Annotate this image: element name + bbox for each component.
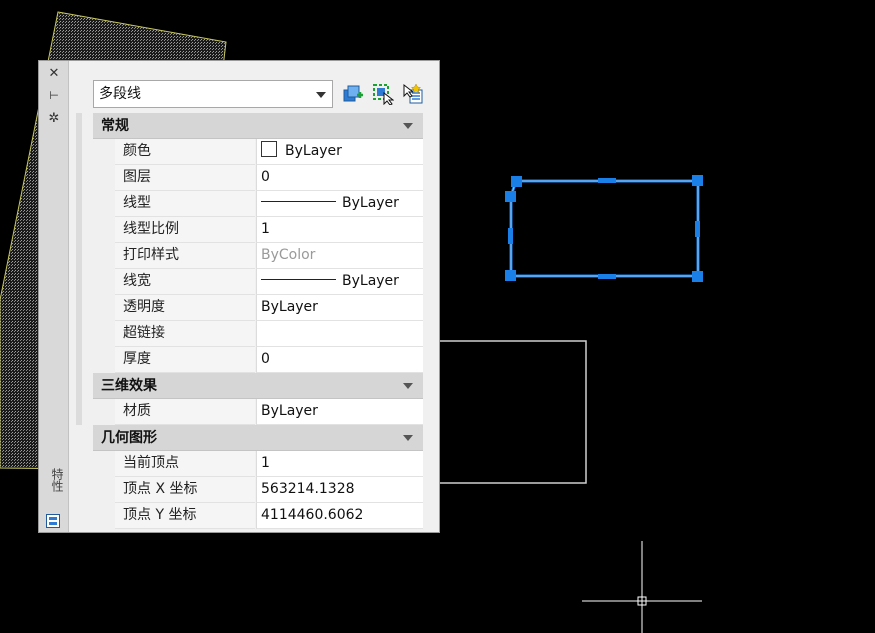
property-row: 超链接 — [93, 321, 423, 347]
object-type-value: 多段线 — [99, 86, 141, 102]
rectangle-entity[interactable] — [419, 340, 587, 484]
property-value-text: ByLayer — [261, 403, 318, 419]
property-value-text: 1 — [261, 455, 270, 471]
property-row: 材质 ByLayer — [93, 399, 423, 425]
select-objects-icon[interactable] — [372, 83, 394, 105]
property-grid: 常规颜色 ByLayer 图层 0 线型 ByLayer 线型比例 1 打印样式 ByColor 线… — [93, 113, 423, 529]
property-name: 打印样式 — [115, 243, 255, 269]
color-swatch-icon — [261, 141, 277, 157]
section-title: 三维效果 — [101, 378, 157, 394]
palette-scrollbar[interactable] — [76, 113, 82, 425]
properties-palette: ✕ ⊢ ✲ 特性 多段线 常规颜色 ByLayer 图层 0 线型 ByLayer 线型比例… — [38, 60, 440, 533]
section-header[interactable]: 常规 — [93, 113, 423, 139]
toggle-pickadd-icon[interactable] — [342, 83, 364, 105]
property-value[interactable] — [256, 321, 423, 347]
property-value-text: ByLayer — [285, 143, 342, 159]
property-row: 打印样式 ByColor — [93, 243, 423, 269]
row-gutter — [93, 269, 115, 295]
property-name: 超链接 — [115, 321, 255, 347]
row-gutter — [93, 191, 115, 217]
property-name: 线宽 — [115, 269, 255, 295]
property-value[interactable]: ByLayer — [256, 139, 423, 165]
row-gutter — [93, 321, 115, 347]
property-name: 颜色 — [115, 139, 255, 165]
property-row: 透明度 ByLayer — [93, 295, 423, 321]
section-header[interactable]: 几何图形 — [93, 425, 423, 451]
row-gutter — [93, 477, 115, 503]
chevron-down-icon — [316, 92, 326, 98]
property-value[interactable]: 563214.1328 — [256, 477, 423, 503]
property-value-text: 0 — [261, 169, 270, 185]
property-row: 当前顶点 1 — [93, 451, 423, 477]
linetype-preview-icon — [261, 279, 336, 280]
section-title: 几何图形 — [101, 430, 157, 446]
property-value-text: 0 — [261, 351, 270, 367]
property-name: 当前顶点 — [115, 451, 255, 477]
row-gutter — [93, 165, 115, 191]
property-value[interactable]: 4114460.6062 — [256, 503, 423, 529]
property-value-text: ByLayer — [342, 273, 399, 289]
property-value[interactable]: ByLayer — [256, 399, 423, 425]
linetype-preview-icon — [261, 201, 336, 202]
gear-icon[interactable]: ✲ — [45, 111, 63, 127]
row-gutter — [93, 503, 115, 529]
section-header[interactable]: 三维效果 — [93, 373, 423, 399]
property-value-text: ByLayer — [261, 299, 318, 315]
quick-select-icon[interactable] — [402, 83, 424, 105]
property-row: 线型 ByLayer — [93, 191, 423, 217]
property-name: 透明度 — [115, 295, 255, 321]
property-row: 厚度 0 — [93, 347, 423, 373]
palette-title: 特性 — [50, 468, 64, 492]
property-value[interactable]: ByColor — [256, 243, 423, 269]
row-gutter — [93, 399, 115, 425]
property-value[interactable]: 1 — [256, 217, 423, 243]
row-gutter — [93, 217, 115, 243]
property-name: 顶点 Y 坐标 — [115, 503, 255, 529]
section-title: 常规 — [101, 118, 129, 134]
property-value-text: ByColor — [261, 247, 316, 263]
property-name: 顶点 X 坐标 — [115, 477, 255, 503]
property-row: 线型比例 1 — [93, 217, 423, 243]
property-row: 颜色 ByLayer — [93, 139, 423, 165]
property-value[interactable]: ByLayer — [256, 191, 423, 217]
property-row: 图层 0 — [93, 165, 423, 191]
property-row: 线宽 ByLayer — [93, 269, 423, 295]
property-row: 顶点 Y 坐标 4114460.6062 — [93, 503, 423, 529]
chevron-down-icon[interactable] — [403, 123, 413, 129]
row-gutter — [93, 295, 115, 321]
properties-icon[interactable] — [46, 514, 60, 528]
property-name: 图层 — [115, 165, 255, 191]
property-row: 顶点 X 坐标 563214.1328 — [93, 477, 423, 503]
property-value-text: ByLayer — [342, 195, 399, 211]
property-value-text: 1 — [261, 221, 270, 237]
auto-hide-icon[interactable]: ⊢ — [45, 88, 63, 104]
row-gutter — [93, 347, 115, 373]
property-value[interactable]: 1 — [256, 451, 423, 477]
grip-points[interactable] — [505, 175, 703, 282]
property-name: 材质 — [115, 399, 255, 425]
chevron-down-icon[interactable] — [403, 383, 413, 389]
close-icon[interactable]: ✕ — [45, 66, 63, 82]
crosshair-cursor — [582, 541, 702, 633]
row-gutter — [93, 451, 115, 477]
row-gutter — [93, 139, 115, 165]
property-value[interactable]: 0 — [256, 165, 423, 191]
object-type-select[interactable]: 多段线 — [93, 80, 333, 108]
row-gutter — [93, 243, 115, 269]
chevron-down-icon[interactable] — [403, 435, 413, 441]
palette-title-strip[interactable]: ✕ ⊢ ✲ 特性 — [39, 61, 69, 532]
property-value-text: 4114460.6062 — [261, 507, 364, 523]
property-value[interactable]: ByLayer — [256, 295, 423, 321]
property-name: 线型比例 — [115, 217, 255, 243]
property-name: 线型 — [115, 191, 255, 217]
property-value[interactable]: ByLayer — [256, 269, 423, 295]
property-name: 厚度 — [115, 347, 255, 373]
property-value[interactable]: 0 — [256, 347, 423, 373]
property-value-text: 563214.1328 — [261, 481, 355, 497]
selected-polyline[interactable] — [509, 179, 700, 278]
